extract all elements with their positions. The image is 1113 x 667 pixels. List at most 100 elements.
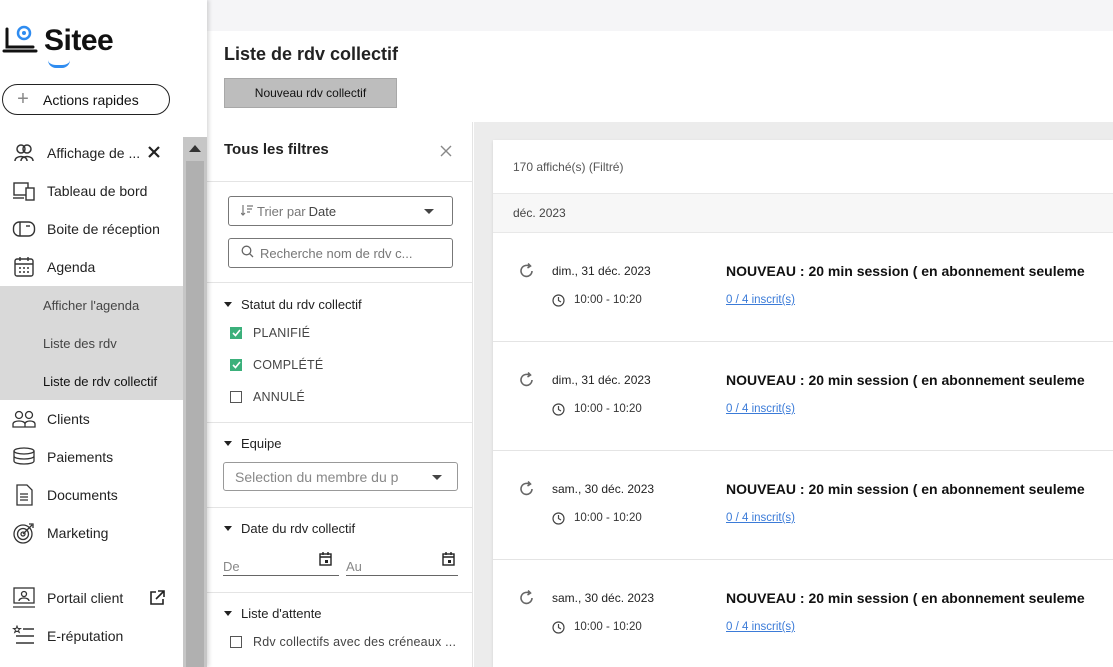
sidebar-item-agenda[interactable]: Agenda — [0, 248, 183, 286]
appointment-row[interactable]: dim., 31 déc. 2023 10:00 - 10:20 NOUVEAU… — [493, 342, 1113, 451]
sidebar-item-inbox[interactable]: Boite de réception — [0, 210, 183, 248]
logo[interactable]: Sitee — [2, 20, 114, 68]
enrolled-link[interactable]: 0 / 4 inscrit(s) — [726, 621, 795, 633]
team-section-title: Equipe — [241, 436, 282, 451]
status-section-title: Statut du rdv collectif — [241, 297, 362, 312]
external-link-icon[interactable] — [149, 590, 165, 606]
sidebar-item-label: Clients — [47, 411, 90, 427]
logo-text: Sitee — [44, 24, 114, 57]
scroll-up-icon[interactable] — [189, 145, 201, 152]
quick-actions-button[interactable]: + Actions rapides — [2, 84, 170, 115]
date-from-placeholder: De — [223, 559, 240, 574]
scrollbar-thumb[interactable] — [186, 161, 204, 667]
sidebar-scrollbar[interactable] — [183, 137, 207, 667]
caret-down-icon — [224, 302, 232, 307]
caret-down-icon — [224, 611, 232, 616]
app: Sitee + Actions rapides Affichage de ...… — [0, 0, 1113, 667]
calendar-icon[interactable] — [442, 552, 455, 571]
results-count: 170 affiché(s) (Filtré) — [513, 160, 624, 174]
sort-value: Date — [308, 203, 337, 219]
divider — [207, 422, 473, 423]
date-to-placeholder: Au — [346, 559, 362, 574]
checkbox-checked[interactable] — [230, 359, 242, 371]
clock-icon — [552, 512, 565, 530]
clock-icon — [552, 621, 565, 639]
status-option-completed[interactable]: COMPLÉTÉ — [230, 358, 323, 372]
sidebar-item-label: E-réputation — [47, 628, 124, 644]
team-section-toggle[interactable]: Equipe — [224, 436, 281, 451]
recurring-icon — [519, 480, 535, 502]
sidebar-item-marketing[interactable]: Marketing — [0, 514, 183, 552]
status-option-cancelled[interactable]: ANNULÉ — [230, 390, 305, 404]
sidebar-subitem-appointments-list[interactable]: Liste des rdv — [0, 324, 183, 362]
search-placeholder: Recherche nom de rdv c... — [260, 245, 413, 261]
chevron-down-icon — [424, 209, 434, 214]
checkbox-checked[interactable] — [230, 327, 242, 339]
status-option-label: COMPLÉTÉ — [253, 358, 324, 372]
caret-down-icon — [224, 441, 232, 446]
search-icon — [241, 245, 254, 261]
appointments-card: 170 affiché(s) (Filtré) déc. 2023 dim., … — [493, 140, 1113, 667]
sidebar-item-label: Boite de réception — [47, 221, 160, 237]
sidebar-item-client-portal[interactable]: Portail client — [0, 579, 183, 617]
appointment-date: sam., 30 déc. 2023 — [552, 591, 655, 605]
sidebar-item-label: Agenda — [47, 259, 96, 275]
close-icon[interactable] — [148, 145, 160, 161]
users-group-icon — [0, 143, 44, 163]
waitlist-option[interactable]: Rdv collectifs avec des créneaux ... — [230, 635, 456, 649]
filters-panel: Tous les filtres Trier par Date Recherch… — [207, 122, 473, 667]
sidebar-item-documents[interactable]: Documents — [0, 476, 183, 514]
status-option-planned[interactable]: PLANIFIÉ — [230, 326, 310, 340]
sidebar-item-label: Paiements — [47, 449, 114, 465]
logo-smile — [48, 60, 70, 68]
clock-icon — [552, 403, 565, 421]
appointment-date: dim., 31 déc. 2023 — [552, 373, 651, 387]
target-icon — [0, 521, 44, 545]
divider — [207, 507, 473, 508]
sidebar-item-e-reputation[interactable]: E-réputation — [0, 617, 183, 655]
sidebar-subitem-show-agenda[interactable]: Afficher l'agenda — [0, 286, 183, 324]
sidebar-item-display[interactable]: Affichage de ... — [0, 134, 183, 172]
divider — [207, 282, 473, 283]
appointment-title[interactable]: NOUVEAU : 20 min session ( en abonnement… — [726, 372, 1085, 388]
waitlist-section-toggle[interactable]: Liste d'attente — [224, 606, 322, 621]
appointment-row[interactable]: dim., 31 déc. 2023 10:00 - 10:20 NOUVEAU… — [493, 233, 1113, 342]
calendar-icon[interactable] — [319, 552, 332, 571]
sidebar: Sitee + Actions rapides Affichage de ...… — [0, 0, 207, 667]
enrolled-link[interactable]: 0 / 4 inscrit(s) — [726, 512, 795, 524]
appointment-time: 10:00 - 10:20 — [574, 403, 642, 415]
checkbox-unchecked[interactable] — [230, 391, 242, 403]
sort-select[interactable]: Trier par Date — [228, 196, 453, 226]
filters-title: Tous les filtres — [224, 141, 329, 158]
sidebar-item-clients[interactable]: Clients — [0, 400, 183, 438]
team-member-select[interactable]: Selection du membre du p — [223, 462, 458, 491]
team-member-placeholder: Selection du membre du p — [235, 468, 399, 485]
appointment-date: sam., 30 déc. 2023 — [552, 482, 655, 496]
enrolled-link[interactable]: 0 / 4 inscrit(s) — [726, 403, 795, 415]
date-section-title: Date du rdv collectif — [241, 521, 356, 536]
appointment-row[interactable]: sam., 30 déc. 2023 10:00 - 10:20 NOUVEAU… — [493, 560, 1113, 667]
enrolled-link[interactable]: 0 / 4 inscrit(s) — [726, 294, 795, 306]
mailbox-icon — [0, 220, 44, 238]
sidebar-item-label: Marketing — [47, 525, 109, 541]
sidebar-item-label: Tableau de bord — [47, 183, 148, 199]
sidebar-item-label: Portail client — [47, 590, 124, 606]
checkbox-unchecked[interactable] — [230, 636, 242, 648]
divider — [207, 592, 473, 593]
appointment-row[interactable]: sam., 30 déc. 2023 10:00 - 10:20 NOUVEAU… — [493, 451, 1113, 560]
appointment-date: dim., 31 déc. 2023 — [552, 264, 651, 278]
appointment-title[interactable]: NOUVEAU : 20 min session ( en abonnement… — [726, 590, 1085, 606]
new-group-appointment-button[interactable]: Nouveau rdv collectif — [224, 78, 397, 108]
appointment-title[interactable]: NOUVEAU : 20 min session ( en abonnement… — [726, 263, 1085, 279]
close-filters-icon[interactable] — [440, 144, 452, 162]
quick-actions-label: Actions rapides — [43, 91, 139, 108]
status-section-toggle[interactable]: Statut du rdv collectif — [224, 297, 362, 312]
date-section-toggle[interactable]: Date du rdv collectif — [224, 521, 355, 536]
appointment-time: 10:00 - 10:20 — [574, 294, 642, 306]
sidebar-item-payments[interactable]: Paiements — [0, 438, 183, 476]
sidebar-item-dashboard[interactable]: Tableau de bord — [0, 172, 183, 210]
appointment-title[interactable]: NOUVEAU : 20 min session ( en abonnement… — [726, 481, 1085, 497]
clock-icon — [552, 294, 565, 312]
sidebar-subitem-group-appointments-list[interactable]: Liste de rdv collectif — [0, 362, 183, 400]
search-input[interactable]: Recherche nom de rdv c... — [228, 238, 453, 268]
